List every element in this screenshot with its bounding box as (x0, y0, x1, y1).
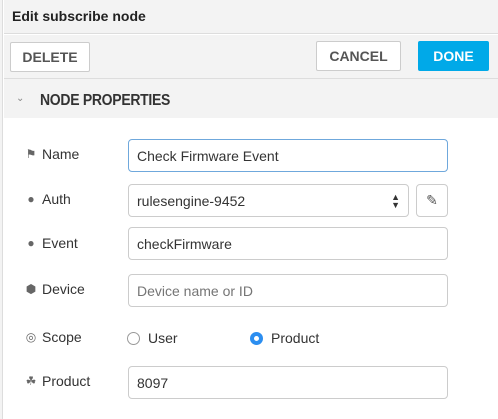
cube-icon: ⬢ (25, 282, 37, 296)
radio-label: Product (271, 330, 320, 346)
pencil-icon: ✎ (426, 192, 438, 208)
device-input[interactable] (128, 274, 448, 307)
name-label: ⚑ Name (24, 146, 80, 162)
toolbar: DELETE CANCEL DONE (4, 35, 498, 79)
scope-user-radio[interactable]: User (127, 330, 178, 346)
device-label: ⬢ Device (24, 281, 85, 297)
name-label-text: Name (42, 146, 80, 162)
node-properties-header[interactable]: ⌄ NODE PROPERTIES (4, 79, 498, 118)
radio-circle (127, 331, 140, 345)
auth-label-text: Auth (42, 191, 71, 207)
product-input[interactable] (128, 366, 448, 399)
comment-icon: ● (27, 236, 35, 250)
cancel-button[interactable]: CANCEL (316, 41, 401, 71)
chevron-down-icon: ⌄ (16, 93, 25, 104)
auth-label: ● Auth (24, 191, 71, 207)
radio-circle-selected (250, 331, 263, 345)
scope-label: ◎ Scope (24, 329, 82, 345)
scope-label-text: Scope (42, 329, 82, 345)
scope-product-radio[interactable]: Product (250, 330, 319, 346)
section-title: NODE PROPERTIES (40, 89, 171, 108)
dialog-title: Edit subscribe node (4, 0, 498, 34)
event-label-text: Event (42, 235, 78, 251)
device-label-text: Device (42, 281, 85, 297)
done-button[interactable]: DONE (418, 41, 489, 71)
select-arrows-icon: ▲ ▼ (391, 191, 400, 210)
auth-value: rulesengine-9452 (137, 192, 246, 209)
auth-select[interactable]: rulesengine-9452 ▲ ▼ (128, 184, 409, 217)
product-label-text: Product (42, 373, 91, 389)
product-label: ☘ Product (24, 373, 91, 389)
radio-label: User (148, 330, 178, 346)
tag-icon: ⚑ (25, 147, 37, 161)
event-input[interactable] (128, 227, 448, 260)
target-icon: ◎ (25, 330, 37, 344)
event-label: ● Event (24, 235, 78, 251)
name-input[interactable] (128, 139, 448, 172)
panel-edge (0, 0, 3, 419)
delete-button[interactable]: DELETE (10, 42, 90, 72)
edit-auth-button[interactable]: ✎ (416, 184, 448, 217)
user-icon: ● (27, 192, 35, 206)
cubes-icon: ☘ (25, 374, 37, 388)
